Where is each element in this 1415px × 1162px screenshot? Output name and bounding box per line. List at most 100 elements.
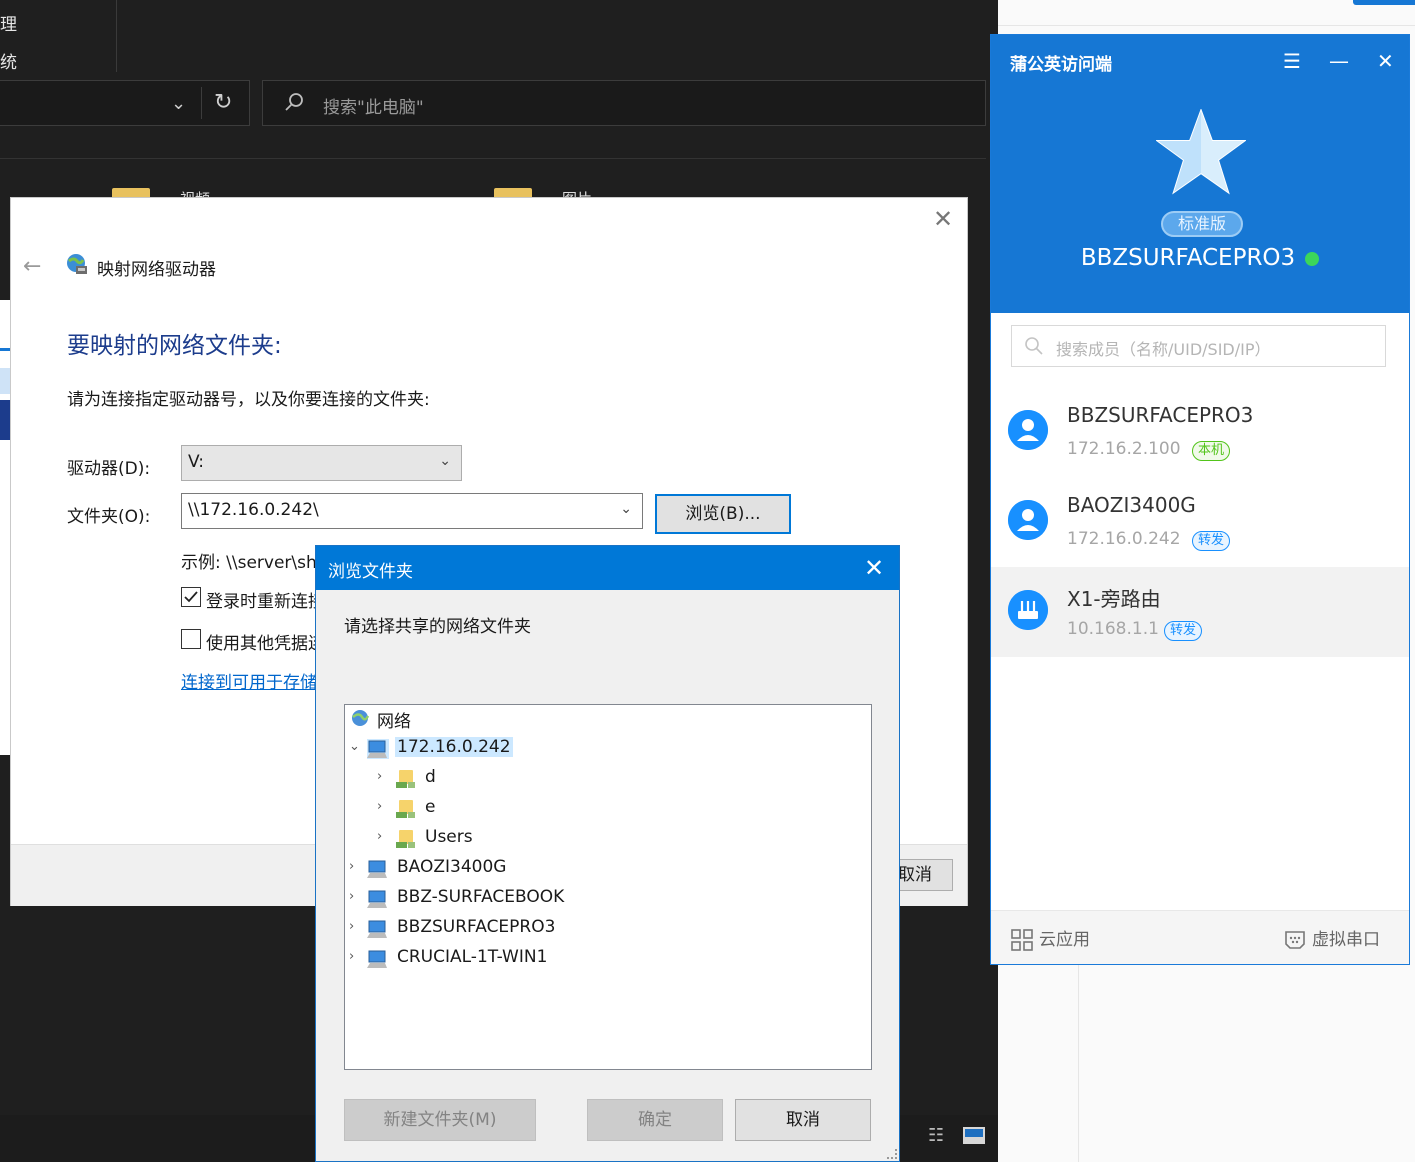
reconnect-label[interactable]: 登录时重新连接: [206, 587, 316, 612]
details-view-icon[interactable]: ☷: [928, 1125, 944, 1146]
star-logo-icon: [1156, 109, 1246, 195]
member-name: X1-旁路由: [1067, 587, 1161, 611]
panel-header: 蒲公英访问端 ☰ — ✕ 标准版 BBZSURFACEPRO3: [991, 35, 1409, 313]
user-icon: [1008, 500, 1048, 540]
cloud-apps-label: 云应用: [1039, 930, 1090, 950]
explorer-search-input[interactable]: 搜索"此电脑": [262, 80, 986, 126]
close-icon[interactable]: ✕: [1377, 49, 1394, 73]
cloud-apps-button[interactable]: 云应用: [1011, 925, 1090, 951]
router-icon: [1008, 590, 1048, 630]
chevron-down-icon[interactable]: ⌄: [620, 501, 632, 517]
computer-icon: [367, 859, 389, 879]
member-item[interactable]: BAOZI3400G 172.16.0.242 转发: [991, 477, 1409, 567]
background-window-edge: [0, 300, 10, 755]
nav-item-partial[interactable]: 理: [0, 10, 17, 35]
other-credentials-label[interactable]: 使用其他凭据连接: [206, 629, 316, 654]
large-icons-view-icon[interactable]: [963, 1127, 985, 1144]
drive-value: V:: [188, 452, 204, 472]
checkmark-icon: [184, 591, 198, 603]
shared-folder-icon: [395, 769, 417, 789]
collapsed-chevron-icon[interactable]: ›: [349, 859, 363, 874]
online-status-dot: [1305, 251, 1320, 266]
member-ip: 172.16.0.242: [1067, 529, 1181, 549]
refresh-icon[interactable]: ↻: [214, 90, 232, 115]
collapsed-chevron-icon[interactable]: ›: [349, 919, 363, 934]
address-bar[interactable]: ⌄ ↻: [0, 80, 250, 126]
example-text: 示例: \\server\share: [181, 553, 321, 573]
pgy-visitor-panel: 蒲公英访问端 ☰ — ✕ 标准版 BBZSURFACEPRO3 搜索成员（名称/…: [990, 34, 1410, 965]
shared-folder-icon: [395, 829, 417, 849]
ok-button[interactable]: 确定: [587, 1099, 723, 1141]
tree-node-label: CRUCIAL-1T-WIN1: [397, 947, 548, 967]
tree-node-label: 网络: [377, 712, 411, 732]
virtual-serial-label: 虚拟串口: [1312, 930, 1380, 950]
reconnect-checkbox[interactable]: [181, 587, 201, 607]
member-name: BAOZI3400G: [1067, 493, 1196, 517]
storage-website-link[interactable]: 连接到可用于存储文档和图片的网站。: [181, 668, 317, 693]
computer-icon: [367, 949, 389, 969]
title-bar[interactable]: 浏览文件夹 ✕: [316, 546, 899, 590]
virtual-serial-button[interactable]: 虚拟串口: [1284, 925, 1380, 951]
divider: [998, 25, 1415, 26]
browse-button[interactable]: 浏览(B)...: [655, 494, 791, 534]
cancel-button[interactable]: 取消: [891, 859, 953, 891]
back-arrow-icon[interactable]: ←: [23, 254, 41, 279]
network-drive-icon: [67, 254, 87, 274]
other-credentials-checkbox[interactable]: [181, 629, 201, 649]
bottom-bar: 云应用 虚拟串口: [991, 910, 1409, 964]
browse-folder-dialog: 浏览文件夹 ✕ 请选择共享的网络文件夹 网络 ⌄ 172.16.0.242 › d › e ›…: [315, 545, 900, 1162]
member-tag: 本机: [1192, 441, 1231, 461]
search-icon: [285, 93, 303, 111]
instructions-text: 请为连接指定驱动器号，以及你要连接的文件夹:: [67, 390, 430, 410]
new-folder-button[interactable]: 新建文件夹(M): [344, 1099, 536, 1141]
folder-path-combobox[interactable]: \\172.16.0.242\ ⌄: [181, 493, 643, 529]
user-icon: [1008, 410, 1048, 450]
collapsed-chevron-icon[interactable]: ›: [377, 769, 391, 784]
menu-icon[interactable]: ☰: [1283, 49, 1301, 73]
edge-accent: [0, 368, 10, 394]
cancel-button[interactable]: 取消: [735, 1099, 871, 1141]
member-item[interactable]: BBZSURFACEPRO3 172.16.2.100 本机: [991, 387, 1409, 477]
collapsed-chevron-icon[interactable]: ›: [377, 829, 391, 844]
grid-icon: [1011, 929, 1033, 951]
nav-item-partial[interactable]: 统: [0, 48, 17, 73]
close-icon[interactable]: ✕: [933, 207, 953, 231]
search-placeholder: 搜索"此电脑": [323, 98, 424, 118]
collapsed-chevron-icon[interactable]: ›: [377, 799, 391, 814]
member-ip: 172.16.2.100: [1067, 439, 1181, 459]
computer-icon: [367, 889, 389, 909]
nav-divider: [116, 0, 117, 72]
shared-folder-icon: [395, 799, 417, 819]
minimize-icon[interactable]: —: [1329, 49, 1349, 73]
drive-letter-select[interactable]: V: ⌄: [181, 445, 462, 481]
close-icon[interactable]: ✕: [864, 554, 884, 582]
folder-path-value: \\172.16.0.242\: [188, 500, 319, 520]
member-search-input[interactable]: 搜索成员（名称/UID/SID/IP）: [1011, 325, 1386, 367]
edge-accent: [0, 400, 10, 440]
tree-node-label: d: [425, 767, 436, 787]
divider: [0, 158, 986, 159]
dialog-title: 浏览文件夹: [328, 562, 413, 582]
computer-icon: [367, 739, 389, 759]
folder-label: 文件夹(O):: [67, 507, 151, 527]
folder-tree[interactable]: 网络 ⌄ 172.16.0.242 › d › e › Users › BAOZI3400G › BBZ…: [344, 704, 872, 1070]
chevron-down-icon: ⌄: [439, 453, 451, 469]
dialog-prompt: 请选择共享的网络文件夹: [344, 617, 531, 637]
tree-node-label: 172.16.0.242: [395, 737, 513, 757]
drive-label: 驱动器(D):: [67, 459, 151, 479]
resize-grip-icon[interactable]: [887, 1149, 897, 1159]
network-icon: [349, 709, 371, 729]
page-heading: 要映射的网络文件夹:: [67, 333, 282, 359]
member-item[interactable]: X1-旁路由 10.168.1.1 转发: [991, 567, 1409, 657]
member-tag: 转发: [1192, 531, 1231, 551]
serial-port-icon: [1285, 931, 1305, 949]
address-divider: [201, 87, 202, 119]
expanded-chevron-icon[interactable]: ⌄: [349, 739, 363, 754]
tree-node-label: BBZ-SURFACEBOOK: [397, 887, 565, 907]
tree-node-label: e: [425, 797, 436, 817]
collapsed-chevron-icon[interactable]: ›: [349, 949, 363, 964]
device-name-row: BBZSURFACEPRO3: [991, 245, 1409, 271]
collapsed-chevron-icon[interactable]: ›: [349, 889, 363, 904]
chevron-down-icon[interactable]: ⌄: [171, 93, 186, 114]
search-icon: [1025, 337, 1043, 355]
